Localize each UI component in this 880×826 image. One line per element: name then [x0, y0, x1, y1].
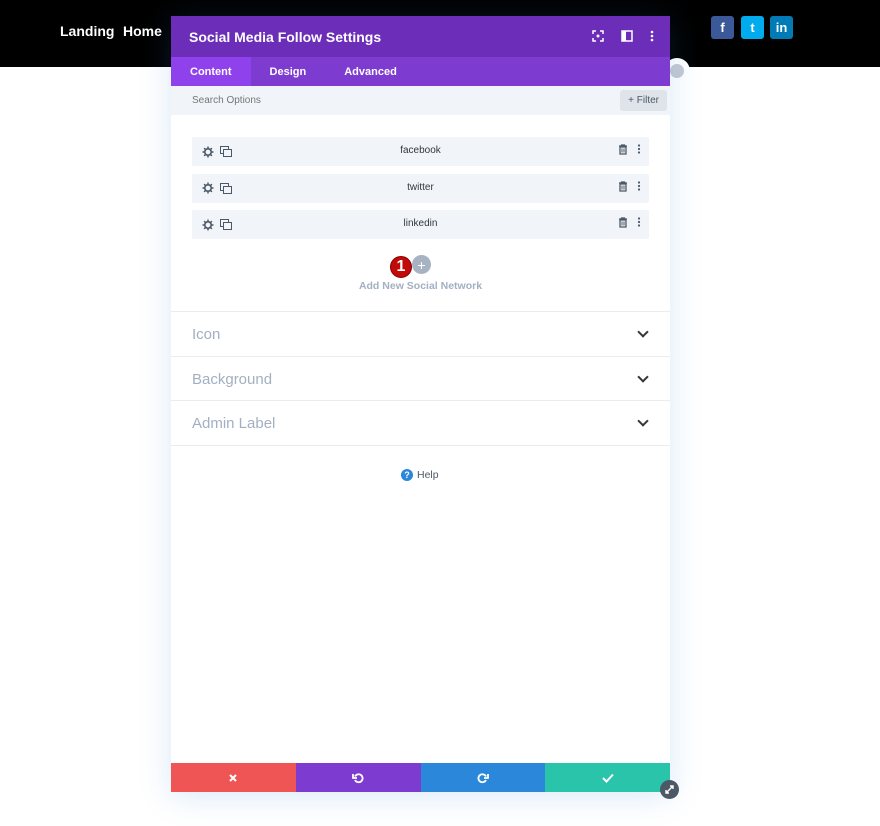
network-label: facebook	[400, 145, 441, 156]
cancel-button[interactable]	[171, 763, 296, 792]
help-label: Help	[417, 469, 439, 481]
nav-link-home[interactable]: Home	[123, 23, 162, 39]
search-input[interactable]	[192, 86, 572, 115]
network-item-facebook[interactable]: facebook	[192, 137, 649, 166]
add-network-label[interactable]: Add New Social Network	[171, 280, 670, 292]
trash-icon[interactable]	[617, 217, 629, 231]
twitter-icon[interactable]: t	[741, 16, 764, 39]
resize-icon[interactable]	[660, 780, 679, 799]
more-options-icon[interactable]	[635, 180, 643, 195]
trash-icon[interactable]	[617, 144, 629, 158]
network-item-twitter[interactable]: twitter	[192, 173, 649, 203]
section-icon[interactable]: Icon	[171, 312, 670, 357]
help-link[interactable]: ? Help	[401, 469, 439, 481]
modal-footer	[171, 763, 670, 792]
step-badge: 1	[390, 256, 412, 278]
split-view-icon[interactable]	[620, 29, 634, 43]
settings-modal: Social Media Follow Settings Content Des…	[171, 16, 670, 792]
section-admin-label[interactable]: Admin Label	[171, 401, 670, 446]
trash-icon[interactable]	[617, 180, 629, 195]
modal-title: Social Media Follow Settings	[189, 29, 382, 45]
settings-sections: Icon Background Admin Label	[171, 311, 670, 446]
filter-button[interactable]: + Filter	[620, 90, 667, 111]
add-network-button[interactable]: +	[412, 255, 431, 274]
network-label: twitter	[407, 181, 434, 193]
expand-icon[interactable]	[591, 29, 605, 43]
redo-button[interactable]	[420, 763, 546, 792]
search-bar: + Filter	[171, 86, 670, 115]
tab-bar: Content Design Advanced	[171, 57, 670, 86]
modal-header: Social Media Follow Settings	[171, 16, 670, 57]
section-label: Background	[192, 370, 273, 388]
linkedin-icon[interactable]: in	[770, 16, 793, 39]
undo-button[interactable]	[295, 763, 421, 792]
tab-advanced[interactable]: Advanced	[325, 57, 416, 86]
chevron-down-icon	[637, 372, 649, 384]
section-label: Icon	[192, 326, 221, 343]
tab-content[interactable]: Content	[171, 57, 251, 86]
section-background[interactable]: Background	[171, 357, 670, 401]
more-options-icon[interactable]	[645, 29, 659, 43]
more-options-icon[interactable]	[635, 216, 643, 231]
save-button[interactable]	[545, 763, 670, 792]
network-list: facebook twitter linkedin	[192, 137, 649, 247]
more-options-icon[interactable]	[635, 143, 643, 158]
chevron-down-icon	[637, 327, 649, 339]
section-label: Admin Label	[192, 415, 276, 432]
chevron-down-icon	[637, 416, 649, 428]
nav-link-landing[interactable]: Landing	[60, 23, 114, 39]
tab-design[interactable]: Design	[251, 57, 326, 86]
network-label: linkedin	[403, 218, 438, 229]
network-item-linkedin[interactable]: linkedin	[192, 210, 649, 239]
help-icon: ?	[401, 469, 413, 481]
facebook-icon[interactable]: f	[711, 16, 734, 39]
